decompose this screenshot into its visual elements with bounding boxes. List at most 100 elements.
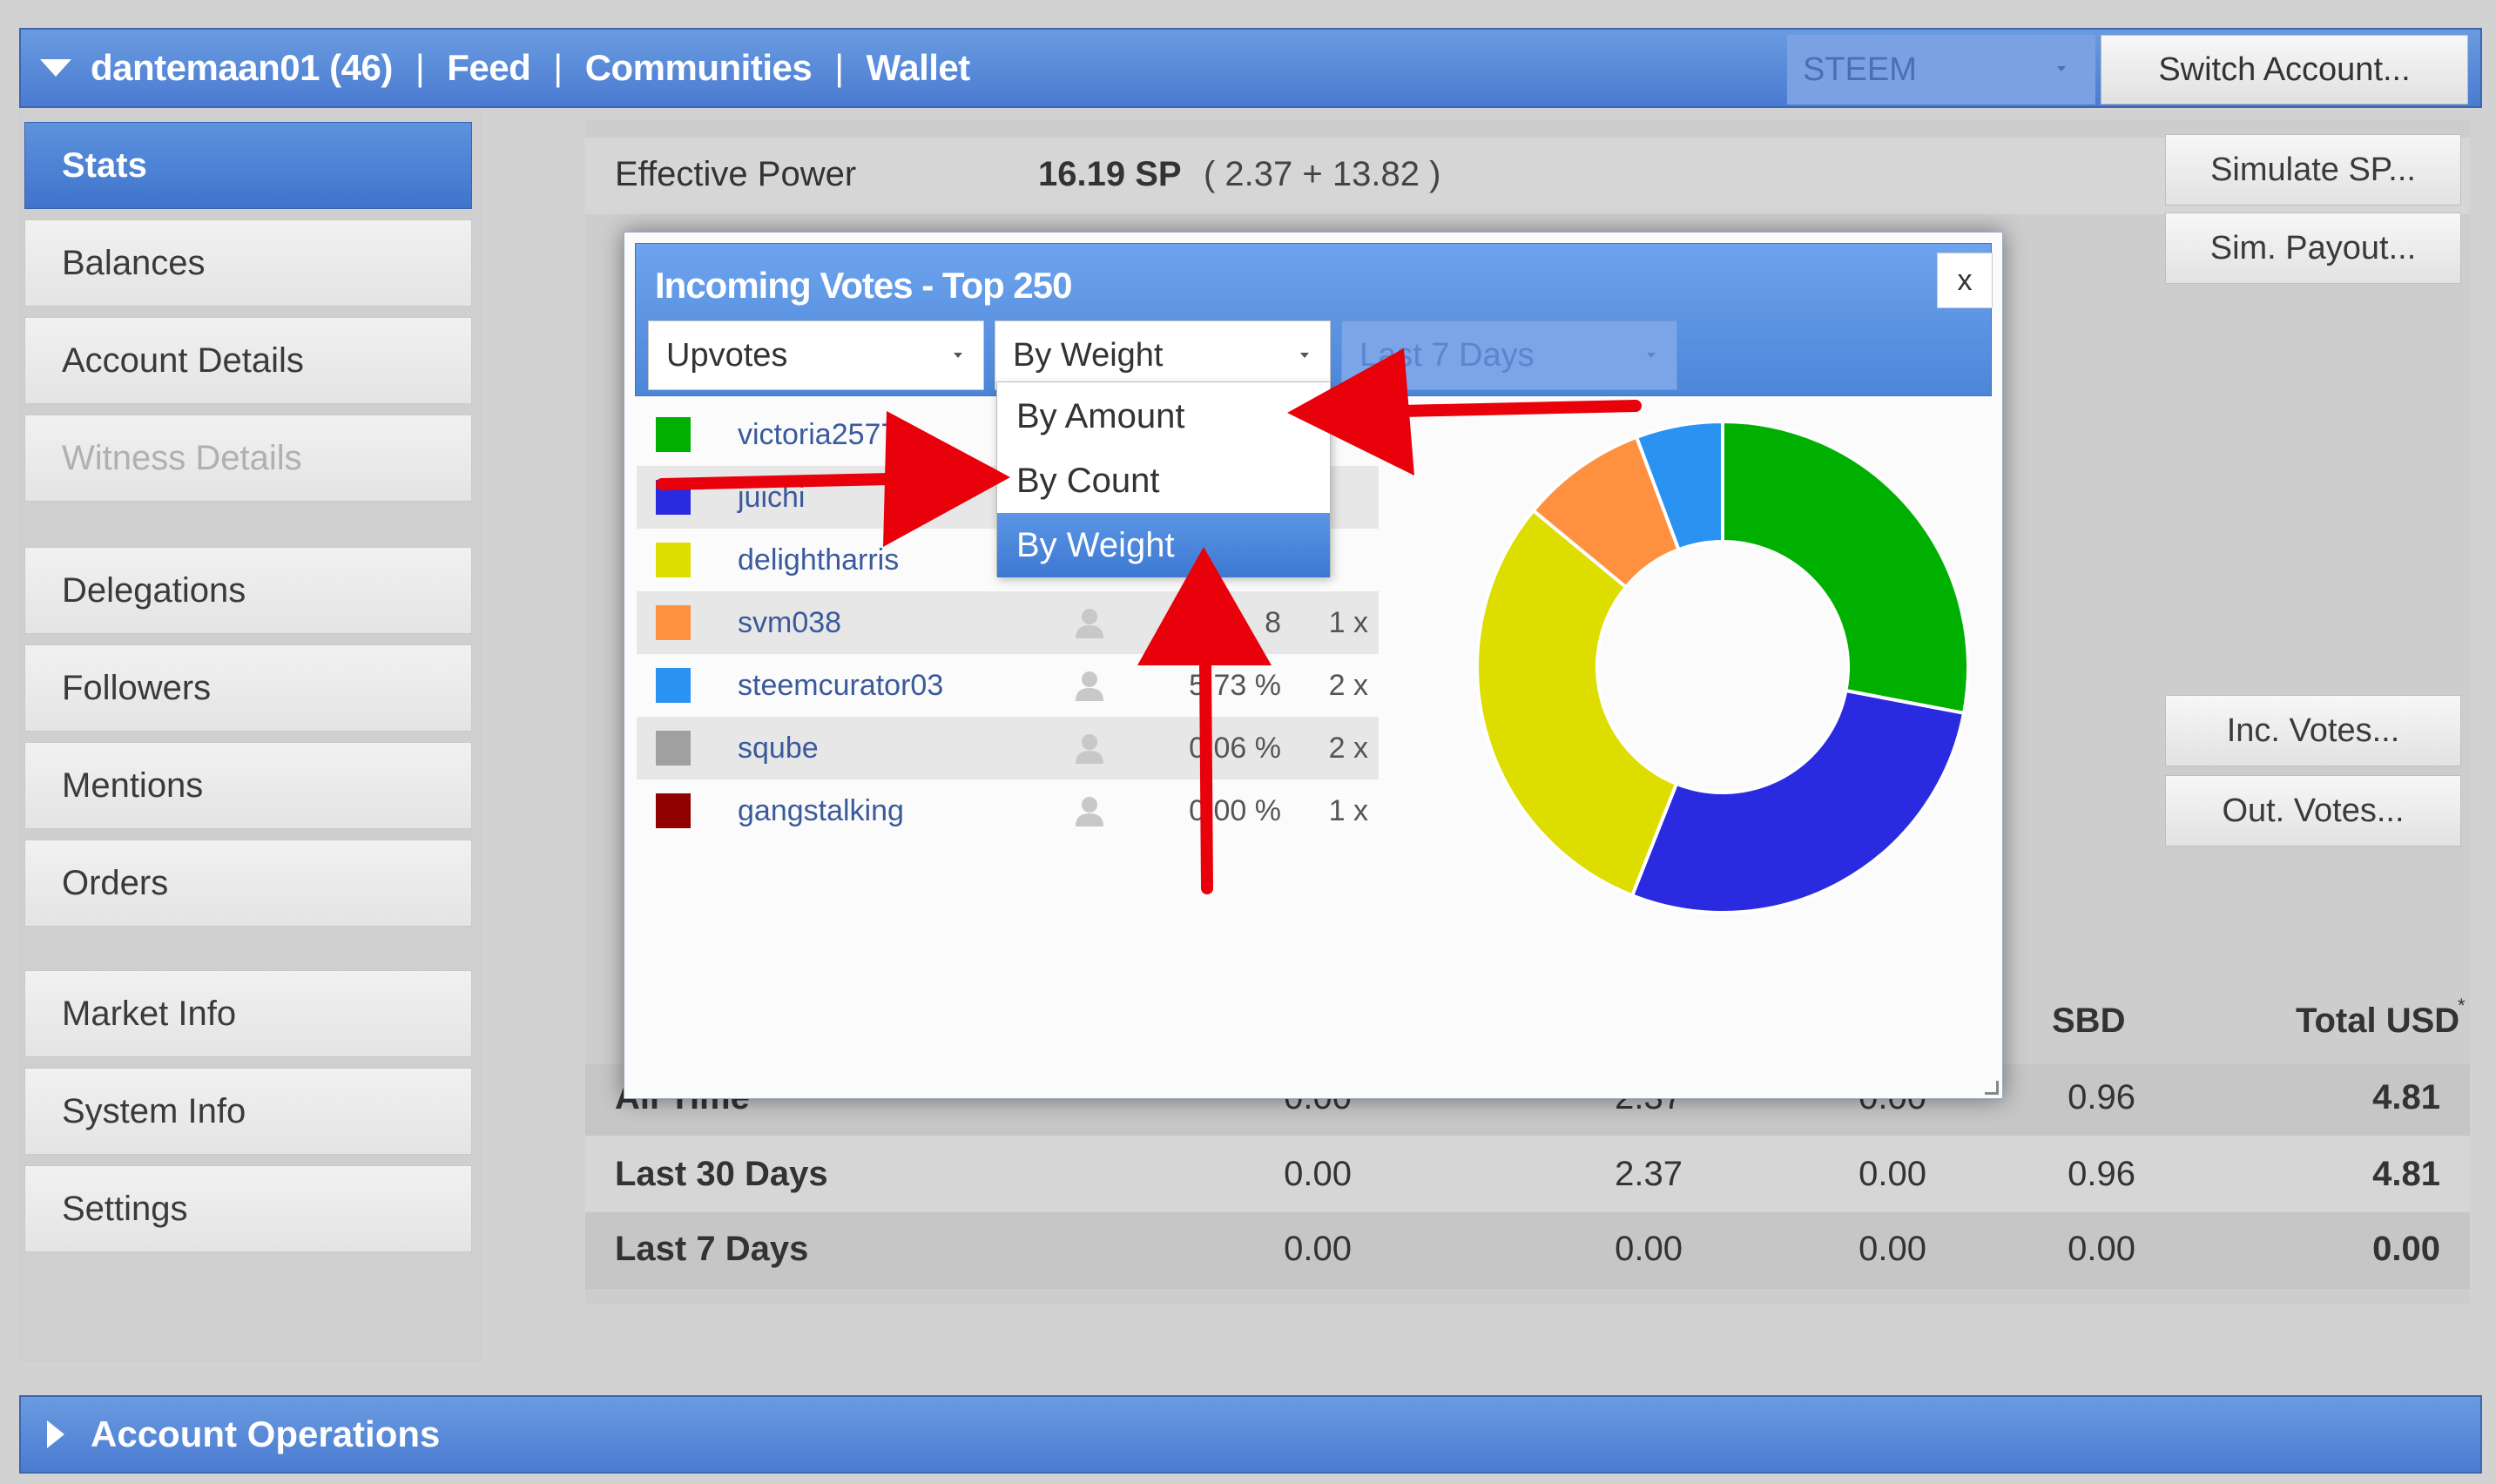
sidebar-item-settings[interactable]: Settings	[24, 1165, 472, 1252]
chain-select-value: STEEM	[1803, 51, 1917, 88]
account-username[interactable]: dantemaan01 (46)	[91, 47, 393, 89]
voter-name-link[interactable]: svm038	[738, 606, 841, 640]
table-header-sbd: SBD	[2052, 1002, 2126, 1040]
collapse-caret-icon[interactable]	[40, 59, 71, 77]
sidebar-item-witness-details: Witness Details	[24, 415, 472, 502]
nav-separator: |	[834, 47, 844, 88]
voter-name-link[interactable]: sqube	[738, 732, 819, 766]
vote-count: 2 x	[1328, 668, 1368, 702]
voter-name-link[interactable]: steemcurator03	[738, 669, 943, 703]
cell-value: 0.00	[1615, 1230, 1683, 1268]
chevron-down-icon	[1300, 353, 1309, 358]
user-icon	[1076, 734, 1103, 764]
effective-power-detail: ( 2.37 + 13.82 )	[1204, 155, 1441, 193]
sidebar-item-balances[interactable]: Balances	[24, 219, 472, 307]
vote-type-select[interactable]: Upvotes	[648, 320, 984, 390]
sidebar-item-followers[interactable]: Followers	[24, 644, 472, 732]
color-swatch	[656, 668, 691, 703]
cell-value: 0.00	[1859, 1230, 1926, 1268]
cell-value: 0.00	[1284, 1155, 1352, 1193]
effective-power-label: Effective Power	[615, 155, 857, 193]
vote-percent: 0.00 %	[1189, 793, 1281, 827]
expand-caret-icon	[47, 1420, 64, 1448]
sort-dropdown-menu: By Amount By Count By Weight	[996, 381, 1331, 577]
sort-select-value: By Weight	[1013, 336, 1164, 374]
dropdown-option-by-amount[interactable]: By Amount	[997, 384, 1330, 449]
row-label: Last 7 Days	[615, 1230, 809, 1268]
cell-total: 0.00	[2372, 1230, 2440, 1268]
sidebar-item-delegations[interactable]: Delegations	[24, 547, 472, 634]
voter-name-link[interactable]: victoria2577	[738, 418, 897, 452]
table-header-total-usd: Total USD	[2296, 1002, 2460, 1040]
vote-count: 2 x	[1328, 731, 1368, 765]
sidebar-item-stats[interactable]: Stats	[24, 122, 472, 209]
dropdown-option-by-weight[interactable]: By Weight	[997, 513, 1330, 577]
nav-link-communities[interactable]: Communities	[585, 47, 813, 89]
sidebar-item-account-details[interactable]: Account Details	[24, 317, 472, 404]
cell-value: 0.96	[2068, 1078, 2135, 1116]
voter-name-link[interactable]: juichi	[738, 481, 805, 515]
sidebar-item-system-info[interactable]: System Info	[24, 1068, 472, 1155]
list-item: sqube 0.06 % 2 x	[637, 717, 1379, 779]
dialog-header: Incoming Votes - Top 250 x Upvotes By We…	[635, 243, 1993, 396]
user-icon	[1076, 797, 1103, 826]
sim-payout-button[interactable]: Sim. Payout...	[2165, 212, 2461, 284]
chevron-down-icon	[1647, 353, 1656, 358]
sidebar-item-orders[interactable]: Orders	[24, 840, 472, 927]
sort-select[interactable]: By Weight	[995, 320, 1331, 390]
chain-select[interactable]: STEEM	[1787, 35, 2095, 105]
nav-link-wallet[interactable]: Wallet	[867, 47, 971, 89]
dropdown-option-by-count[interactable]: By Count	[997, 449, 1330, 513]
votes-donut-chart	[1475, 419, 1970, 914]
row-label: Last 30 Days	[615, 1155, 828, 1193]
sidebar-item-mentions[interactable]: Mentions	[24, 742, 472, 829]
nav-separator: |	[553, 47, 563, 88]
color-swatch	[656, 605, 691, 640]
color-swatch	[656, 793, 691, 828]
cell-value: 0.00	[2068, 1230, 2135, 1268]
vote-count: 1 x	[1328, 793, 1368, 827]
cell-total: 4.81	[2372, 1078, 2440, 1116]
list-item: svm038 8 1 x	[637, 591, 1379, 654]
voter-name-link[interactable]: delightharris	[738, 543, 899, 577]
vote-count: 1 x	[1328, 605, 1368, 639]
vote-percent: 5.73 %	[1189, 668, 1281, 702]
chevron-down-icon	[2057, 66, 2066, 71]
color-swatch	[656, 731, 691, 766]
vote-percent: 0.06 %	[1189, 731, 1281, 765]
cell-value: 0.96	[2068, 1155, 2135, 1193]
cell-value: 0.00	[1859, 1155, 1926, 1193]
resize-handle[interactable]	[1985, 1081, 1999, 1095]
period-select-value: Last 7 Days	[1359, 336, 1535, 374]
vote-type-value: Upvotes	[666, 336, 788, 374]
color-swatch	[656, 543, 691, 577]
user-icon	[1076, 609, 1103, 638]
inc-votes-button[interactable]: Inc. Votes...	[2165, 695, 2461, 766]
voter-name-link[interactable]: gangstalking	[738, 794, 904, 828]
effective-power-value: 16.19 SP	[1038, 155, 1182, 193]
table-row: Last 30 Days 0.00 2.37 0.00 0.96 4.81	[585, 1136, 2470, 1212]
vote-percent: 8	[1265, 605, 1281, 639]
cell-value: 2.37	[1615, 1155, 1683, 1193]
period-select: Last 7 Days	[1341, 320, 1677, 390]
color-swatch	[656, 417, 691, 452]
incoming-votes-dialog: Incoming Votes - Top 250 x Upvotes By We…	[624, 232, 2003, 1099]
user-icon	[1076, 671, 1103, 701]
sidebar-item-market-info[interactable]: Market Info	[24, 970, 472, 1057]
top-nav-bar: dantemaan01 (46) | Feed | Communities | …	[19, 28, 2482, 108]
table-row: Last 7 Days 0.00 0.00 0.00 0.00 0.00	[585, 1212, 2470, 1289]
nav-separator: |	[415, 47, 425, 88]
close-button[interactable]: x	[1937, 253, 1993, 308]
donut-slice[interactable]	[1721, 419, 1970, 716]
simulate-sp-button[interactable]: Simulate SP...	[2165, 134, 2461, 206]
switch-account-button[interactable]: Switch Account...	[2101, 35, 2468, 105]
account-operations-bar[interactable]: Account Operations	[19, 1395, 2482, 1474]
out-votes-button[interactable]: Out. Votes...	[2165, 775, 2461, 847]
cell-total: 4.81	[2372, 1155, 2440, 1193]
donut-slice[interactable]	[1629, 688, 1966, 914]
nav-link-feed[interactable]: Feed	[447, 47, 531, 89]
top-nav: dantemaan01 (46) | Feed | Communities | …	[40, 47, 970, 89]
list-item: steemcurator03 5.73 % 2 x	[637, 654, 1379, 717]
cell-value: 0.00	[1284, 1230, 1352, 1268]
chevron-down-icon	[954, 353, 962, 358]
